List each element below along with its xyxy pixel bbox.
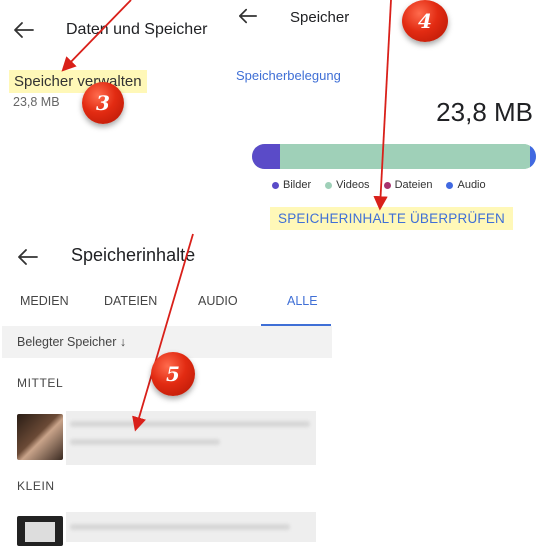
storage-bar-segment-audio <box>530 144 536 169</box>
storage-usage-label: Speicherbelegung <box>236 68 341 83</box>
legend-label: Dateien <box>394 179 433 191</box>
legend-label: Videos <box>336 179 370 191</box>
legend-item-audio: Audio <box>446 179 486 191</box>
storage-bar-segment-bilder <box>252 144 281 169</box>
legend-dot <box>325 181 333 189</box>
review-storage-button[interactable]: SPEICHERINHALTE ÜBERPRÜFEN <box>270 207 513 230</box>
legend-label: Audio <box>457 179 486 191</box>
legend-dot <box>383 181 391 189</box>
storage-usage-bar <box>252 144 536 169</box>
storage-bar-segment-videos <box>280 144 531 169</box>
blurred-list-item[interactable] <box>66 512 316 542</box>
arrow-left-icon[interactable] <box>13 19 35 41</box>
legend-item-dateien: Dateien <box>383 179 433 191</box>
arrow-left-icon[interactable] <box>17 246 39 268</box>
page-title: Speicher <box>290 9 350 26</box>
legend-label: Bilder <box>283 179 312 191</box>
tab-audio[interactable]: AUDIO <box>198 294 238 308</box>
media-thumbnail[interactable] <box>17 516 63 546</box>
blurred-list-item[interactable] <box>66 411 316 465</box>
tab-medien[interactable]: MEDIEN <box>20 294 69 308</box>
annotation-badge-5: 5 <box>151 352 195 396</box>
tab-alle[interactable]: ALLE <box>287 294 318 308</box>
storage-size-value: 23,8 MB <box>13 95 60 109</box>
tab-bar: MEDIEN DATEIEN AUDIO ALLE <box>0 294 332 326</box>
legend-dot <box>446 181 454 189</box>
legend-item-bilder: Bilder <box>272 179 311 191</box>
media-thumbnail[interactable] <box>17 414 63 460</box>
tab-dateien[interactable]: DATEIEN <box>104 294 157 308</box>
section-header-klein: KLEIN <box>17 479 55 493</box>
sort-filter-label[interactable]: Belegter Speicher ↓ <box>17 335 126 349</box>
arrow-left-icon[interactable] <box>238 6 258 26</box>
arrow-to-review-button <box>373 0 392 211</box>
page-title: Daten und Speicher <box>66 21 208 38</box>
legend-dot <box>272 181 279 189</box>
storage-legend: Bilder Videos Dateien Audio <box>272 179 486 191</box>
annotation-badge-3: 3 <box>82 82 124 124</box>
page-title: Speicherinhalte <box>71 245 196 265</box>
section-header-mittel: MITTEL <box>17 376 64 390</box>
legend-item-videos: Videos <box>325 179 370 191</box>
annotation-badge-4: 4 <box>402 0 448 42</box>
manage-storage-item[interactable]: Speicher verwalten <box>9 70 147 93</box>
storage-total-value: 23,8 MB <box>436 97 533 127</box>
